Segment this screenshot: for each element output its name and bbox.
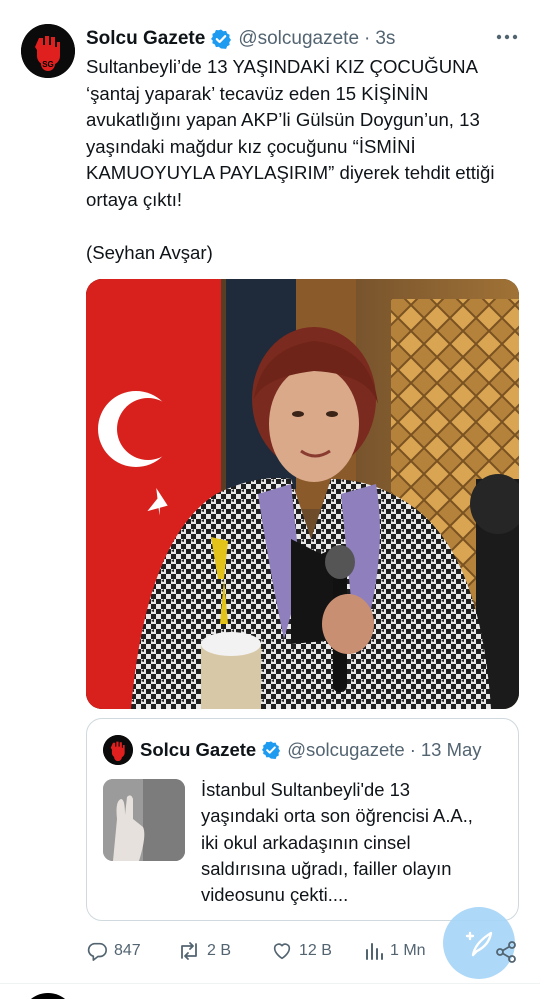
quoted-tweet[interactable]: Solcu Gazete @solcugazete · 13 May İstan… bbox=[86, 718, 519, 921]
share-icon[interactable] bbox=[494, 940, 518, 964]
quoted-tweet-header: Solcu Gazete @solcugazete · 13 May bbox=[140, 736, 508, 764]
tweet[interactable]: SG Solcu Gazete @solcugazete · 3s Sultan… bbox=[0, 0, 540, 984]
tweet-text-line: ortaya çıktı! bbox=[86, 188, 183, 210]
timestamp[interactable]: 3s bbox=[375, 28, 395, 50]
repost-button[interactable]: 2 B bbox=[177, 936, 231, 966]
next-tweet-avatar[interactable] bbox=[21, 993, 75, 999]
tweet-credit: (Seyhan Avşar) bbox=[86, 241, 213, 263]
quoted-text-line: videosunu çekti.... bbox=[201, 884, 349, 906]
tweet-text-line: avukatlığını yapan AKP’li Gülsün Doygun’… bbox=[86, 109, 480, 130]
tweet-header: Solcu Gazete @solcugazete · 3s bbox=[86, 26, 520, 52]
more-options-icon[interactable] bbox=[492, 22, 522, 52]
quoted-verified-badge-icon bbox=[261, 740, 281, 760]
like-button[interactable]: 12 B bbox=[271, 936, 332, 966]
views-icon bbox=[366, 943, 383, 960]
quoted-tweet-text: İstanbul Sultanbeyli'de 13 yaşındaki ort… bbox=[201, 777, 506, 908]
quoted-account-avatar bbox=[103, 735, 133, 765]
quoted-separator-dot: · bbox=[409, 739, 416, 760]
reply-count: 847 bbox=[114, 942, 141, 959]
quoted-display-name: Solcu Gazete bbox=[140, 739, 257, 760]
display-name[interactable]: Solcu Gazete bbox=[86, 28, 205, 50]
separator-dot: · bbox=[364, 28, 371, 49]
account-avatar[interactable]: SG bbox=[21, 24, 75, 78]
compose-feather-icon bbox=[465, 931, 493, 957]
verified-badge-icon bbox=[210, 28, 232, 50]
tweet-text-line: KAMUOYUYLA PAYLAŞIRIM” diyerek tehdit et… bbox=[86, 162, 495, 183]
quoted-handle: @solcugazete bbox=[287, 739, 405, 760]
tweet-text: Sultanbeyli’de 13 YAŞINDAKİ KIZ ÇOCUĞUNA… bbox=[86, 54, 526, 266]
heart-icon bbox=[273, 943, 291, 960]
avatar-logo-text: SG bbox=[42, 60, 54, 69]
quoted-text-line: İstanbul Sultanbeyli'de 13 bbox=[201, 779, 411, 800]
reply-button[interactable]: 847 bbox=[86, 936, 141, 966]
views-button[interactable]: 1 Mn bbox=[364, 936, 426, 966]
views-count: 1 Mn bbox=[390, 942, 426, 959]
quoted-text-line: saldırısına uğradı, failler olayın bbox=[201, 857, 452, 879]
quoted-thumbnail bbox=[103, 779, 185, 861]
tweet-text-line: yaşındaki mağdur kız çocuğunu “İSMİNİ bbox=[86, 135, 416, 157]
repost-icon bbox=[181, 942, 197, 960]
quoted-date: 13 May bbox=[420, 739, 482, 760]
reply-icon bbox=[87, 942, 107, 961]
tweet-text-line: ‘şantaj yaparak’ tecavüz eden 15 KİŞİNİN bbox=[86, 82, 429, 104]
quoted-text-line: yaşındaki orta son öğrencisi A.A., bbox=[201, 805, 473, 827]
handle[interactable]: @solcugazete bbox=[238, 28, 359, 50]
tweet-text-line: Sultanbeyli’de 13 YAŞINDAKİ KIZ ÇOCUĞUNA bbox=[86, 56, 478, 77]
quoted-text-line: iki okul arkadaşının cinsel bbox=[201, 831, 411, 853]
tweet-photo[interactable] bbox=[86, 279, 519, 709]
repost-count: 2 B bbox=[207, 942, 232, 959]
like-count: 12 B bbox=[299, 942, 332, 959]
